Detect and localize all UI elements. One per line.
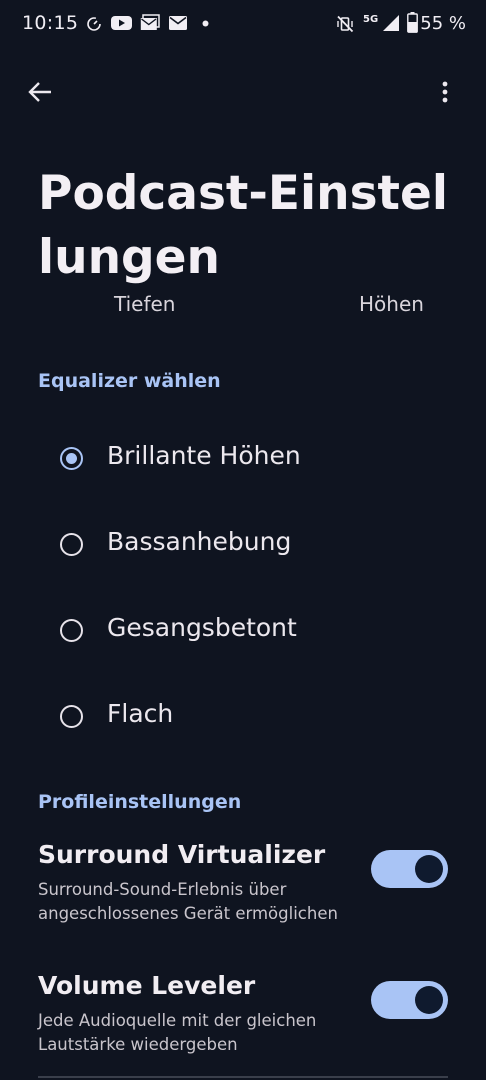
surround-virtualizer-toggle[interactable] — [371, 850, 448, 888]
setting-surround-virtualizer[interactable]: Surround Virtualizer Surround-Sound-Erle… — [0, 840, 486, 950]
status-time: 10:15 — [22, 12, 79, 34]
radio-dot — [66, 453, 77, 464]
volume-leveler-toggle[interactable] — [371, 981, 448, 1019]
eq-treble-label: Höhen — [359, 292, 424, 316]
arrow-left-icon — [28, 82, 51, 102]
radio-button[interactable] — [60, 619, 83, 642]
divider — [38, 1076, 448, 1078]
top-app-bar — [0, 62, 486, 126]
page-title: Podcast-Einstellungen — [38, 166, 449, 285]
more-options-button[interactable] — [421, 68, 469, 116]
data-saver-icon — [87, 17, 101, 31]
toggle-knob — [415, 855, 443, 883]
equalizer-option-flat[interactable]: Flach — [0, 677, 486, 757]
battery-icon — [407, 12, 418, 33]
equalizer-option-bass-boost[interactable]: Bassanhebung — [0, 505, 486, 585]
signal-icon — [383, 15, 399, 31]
youtube-icon — [111, 16, 132, 30]
more-notifications-dot-icon — [202, 20, 209, 27]
profile-section-header: Profileinstellungen — [38, 791, 242, 813]
equalizer-option-label: Bassanhebung — [107, 527, 292, 556]
battery-percentage: 55 % — [420, 13, 466, 34]
setting-volume-leveler[interactable]: Volume Leveler Jede Audioquelle mit der … — [0, 971, 486, 1080]
back-button[interactable] — [16, 68, 64, 116]
equalizer-option-label: Gesangsbetont — [107, 613, 297, 642]
vibrate-off-icon — [337, 15, 354, 33]
equalizer-option-label: Brillante Höhen — [107, 441, 301, 470]
equalizer-section-header: Equalizer wählen — [38, 370, 221, 392]
radio-button[interactable] — [60, 533, 83, 556]
more-vertical-icon — [442, 81, 448, 103]
eq-bass-label: Tiefen — [114, 292, 176, 316]
status-bar: 10:15 5G 55 % — [0, 0, 486, 50]
equalizer-option-brilliant-treble[interactable]: Brillante Höhen — [0, 419, 486, 499]
equalizer-option-label: Flach — [107, 699, 174, 728]
toggle-knob — [415, 986, 443, 1014]
radio-button-selected[interactable] — [60, 447, 83, 470]
setting-description: Jede Audioquelle mit der gleichen Lautst… — [38, 1011, 317, 1054]
setting-description: Surround-Sound-Erlebnis über angeschloss… — [38, 880, 338, 923]
equalizer-option-vocal[interactable]: Gesangsbetont — [0, 591, 486, 671]
network-type-label: 5G — [363, 14, 379, 25]
gmail-icon — [169, 16, 187, 30]
mail-app-icon — [140, 14, 160, 30]
setting-title: Volume Leveler — [38, 971, 256, 1000]
radio-button[interactable] — [60, 705, 83, 728]
setting-title: Surround Virtualizer — [38, 840, 326, 869]
